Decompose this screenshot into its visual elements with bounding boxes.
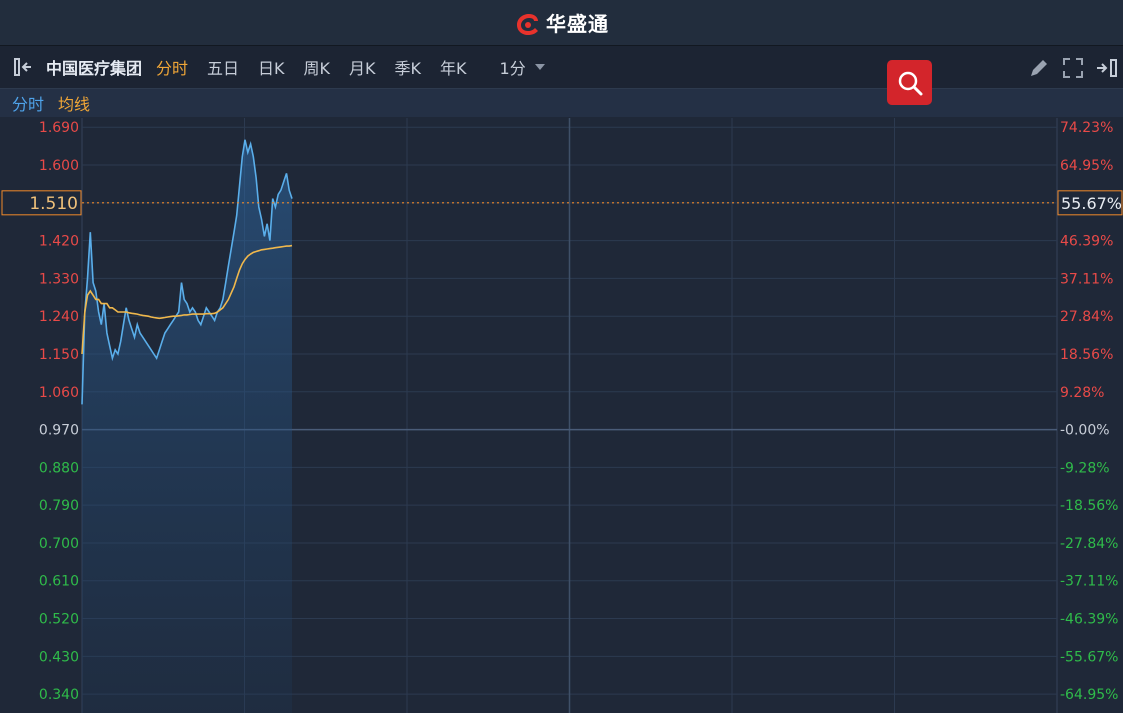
- pct-tick-label: -55.67%: [1060, 649, 1118, 665]
- intraday-chart[interactable]: 1.690 1.600 1.420 1.330 1.240 1.150 1.060 0.970…: [0, 118, 1123, 713]
- legend-average: 均线: [58, 95, 91, 114]
- pct-tick-label: -0.00%: [1060, 423, 1110, 439]
- crosshair-pct-label: 55.67%: [1061, 194, 1122, 213]
- title-bar: 华盛通: [0, 0, 1123, 46]
- pct-tick-label: 27.84%: [1060, 309, 1113, 325]
- collapse-right-icon[interactable]: [1095, 56, 1121, 80]
- y-tick-label: 0.970: [39, 423, 79, 439]
- chart-toolbar: 中国医疗集团 分时 五日 日K 周K 月K 季K 年K 1分: [0, 46, 1123, 89]
- y-tick-label: 0.340: [39, 687, 79, 703]
- pct-tick-label: -64.95%: [1060, 687, 1118, 703]
- collapse-left-icon[interactable]: [12, 55, 40, 79]
- y-tick-label: 0.700: [39, 536, 79, 552]
- fullscreen-icon[interactable]: [1061, 56, 1085, 80]
- period-label: 1分: [499, 59, 526, 78]
- pencil-icon[interactable]: [1027, 56, 1051, 80]
- period-select[interactable]: 1分: [500, 55, 546, 79]
- legend-bar: 分时 均线: [0, 89, 1123, 117]
- y-tick-label: 1.600: [39, 158, 79, 174]
- y-tick-label: 1.330: [39, 271, 79, 287]
- legend-intraday: 分时: [12, 95, 45, 114]
- y-tick-label: 1.150: [39, 347, 79, 363]
- pct-tick-label: -37.11%: [1060, 574, 1118, 590]
- y-tick-label: 1.240: [39, 309, 79, 325]
- pct-tick-label: 46.39%: [1060, 234, 1113, 250]
- brand-logo-icon: [517, 13, 538, 35]
- search-icon: [898, 71, 922, 95]
- tab-yearly-k[interactable]: 年K: [440, 55, 467, 79]
- tab-daily-k[interactable]: 日K: [258, 55, 285, 79]
- price-area-fill: [82, 139, 292, 713]
- pct-tick-label: -27.84%: [1060, 536, 1118, 552]
- stock-name: 中国医疗集团: [46, 59, 143, 78]
- search-button[interactable]: [887, 60, 932, 105]
- pct-tick-label: -46.39%: [1060, 612, 1118, 628]
- crosshair-price-label: 1.510: [29, 194, 78, 214]
- pct-tick-label: 64.95%: [1060, 158, 1113, 174]
- y-tick-label: 0.520: [39, 612, 79, 628]
- pct-tick-label: 18.56%: [1060, 347, 1113, 363]
- y-tick-label: 1.060: [39, 385, 79, 401]
- y-tick-label: 0.790: [39, 498, 79, 514]
- y-tick-label: 1.690: [39, 120, 79, 136]
- y-tick-label: 0.880: [39, 460, 79, 476]
- brand-name: 华盛通: [546, 12, 609, 36]
- tab-intraday[interactable]: 分时: [156, 55, 188, 79]
- chevron-down-icon: [534, 64, 545, 70]
- y-tick-label: 0.610: [39, 574, 79, 590]
- pct-tick-label: 37.11%: [1060, 271, 1113, 287]
- pct-tick-label: 9.28%: [1060, 385, 1104, 401]
- y-tick-label: 1.420: [39, 234, 79, 250]
- chart-tools: [1027, 56, 1121, 80]
- y-tick-label: 0.430: [39, 649, 79, 665]
- tab-weekly-k[interactable]: 周K: [304, 55, 331, 79]
- tab-quarterly-k[interactable]: 季K: [395, 55, 422, 79]
- pct-tick-label: -18.56%: [1060, 498, 1118, 514]
- pct-tick-label: -9.28%: [1060, 460, 1110, 476]
- tab-monthly-k[interactable]: 月K: [349, 55, 376, 79]
- pct-tick-label: 74.23%: [1060, 120, 1113, 136]
- brand: 华盛通: [514, 8, 609, 37]
- tab-five-day[interactable]: 五日: [207, 55, 239, 79]
